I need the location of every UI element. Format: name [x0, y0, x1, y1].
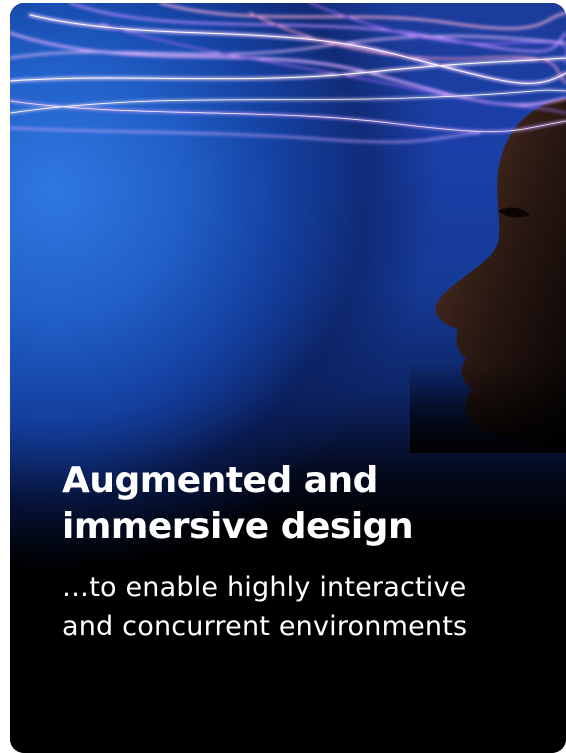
- subline-line-2: and concurrent environments: [62, 611, 468, 642]
- subline-line-1: …to enable highly interactive: [62, 572, 467, 603]
- feature-card[interactable]: Augmented and immersive design …to enable…: [10, 3, 566, 753]
- headline-line-2: immersive design: [62, 506, 414, 547]
- card-text: Augmented and immersive design …to enable…: [62, 458, 542, 646]
- headline-line-1: Augmented and: [62, 460, 378, 501]
- card-subtitle: …to enable highly interactive and concurr…: [62, 568, 542, 646]
- light-streaks-and-face-illustration: [10, 3, 566, 453]
- card-headline: Augmented and immersive design: [62, 458, 542, 550]
